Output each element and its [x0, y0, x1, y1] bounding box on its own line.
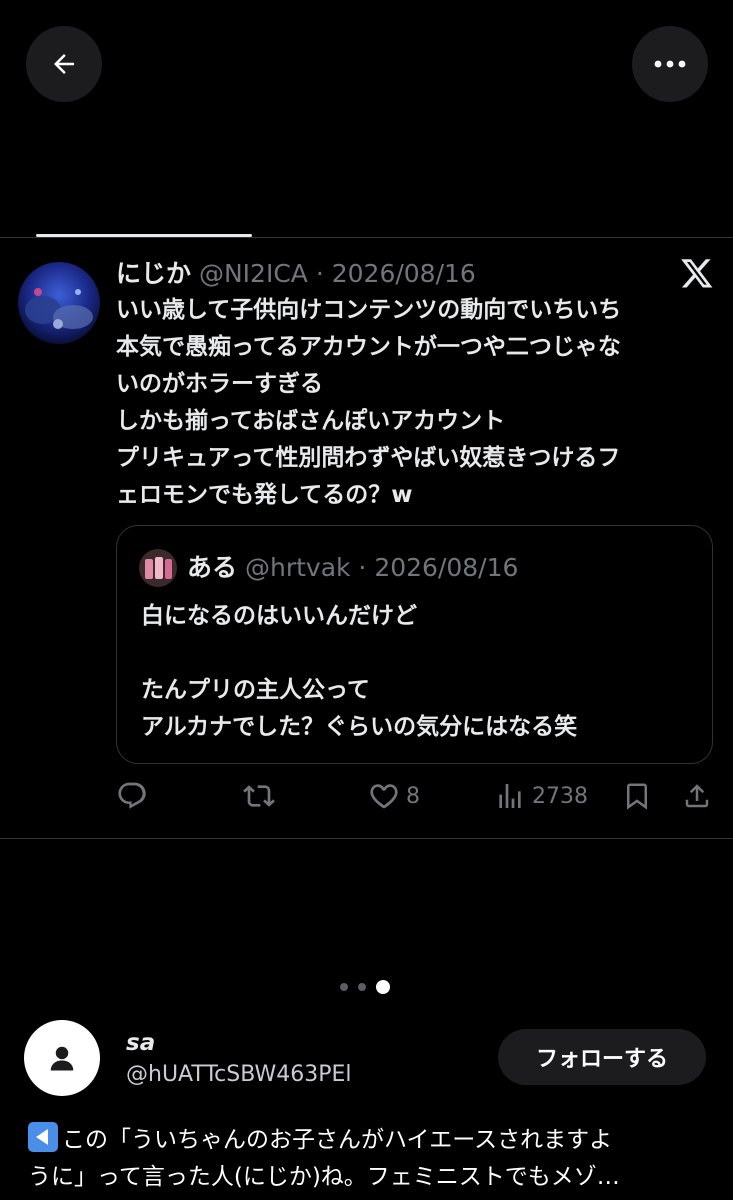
- tweet-display-name[interactable]: にじか: [116, 259, 191, 288]
- tweet-line: いのがホラーすぎる: [116, 371, 323, 397]
- heart-icon: [370, 784, 398, 809]
- reply-icon: [118, 782, 146, 809]
- like-button[interactable]: 8: [368, 780, 420, 812]
- user-avatar[interactable]: [24, 1020, 100, 1096]
- share-button[interactable]: [682, 780, 712, 812]
- quote-avatar: [139, 549, 177, 587]
- carousel-indicator: [340, 980, 400, 994]
- quote-handle-date: @hrtvak · 2026/08/16: [244, 553, 519, 582]
- left-arrow-emoji-icon: [28, 1122, 58, 1152]
- tweet-line: 本気で愚痴ってるアカウントが一つや二つじゃな: [116, 334, 621, 360]
- tweet-line: プリキュアって性別問わずやばい奴惹きつけるフ: [116, 445, 621, 471]
- bookmark-button[interactable]: [622, 780, 652, 812]
- bookmark-icon: [627, 783, 647, 810]
- retweet-icon: [243, 785, 275, 807]
- quote-text: 白になるのはいいんだけど たんプリの主人公って アルカナでした？ぐらいの気分には…: [141, 598, 577, 746]
- quote-line: たんプリの主人公って: [141, 677, 370, 703]
- tweet-text: いい歳して子供向けコンテンツの動向でいちいち 本気で愚痴ってるアカウントが一つや…: [116, 292, 716, 514]
- more-horizontal-icon: [654, 60, 686, 68]
- carousel-dot-active[interactable]: [376, 980, 390, 994]
- caption-line: この「ういちゃんのお子さんがハイエースされますよ: [62, 1127, 613, 1153]
- tweet-actions: 8 2738: [0, 780, 733, 816]
- tweet-handle-date: @NI2ICA · 2026/08/16: [198, 259, 476, 288]
- tweet-avatar[interactable]: [18, 262, 100, 344]
- quote-display-name: ある: [187, 553, 238, 582]
- carousel-dot[interactable]: [358, 983, 366, 991]
- quote-line: [141, 635, 577, 672]
- quote-line: 白になるのはいいんだけど: [141, 603, 417, 629]
- back-button[interactable]: [26, 26, 102, 102]
- like-count: 8: [406, 783, 420, 809]
- divider: [0, 237, 733, 238]
- reply-button[interactable]: [116, 780, 148, 812]
- user-icon: [50, 1046, 74, 1071]
- share-icon: [685, 784, 709, 808]
- user-name[interactable]: sa: [126, 1030, 155, 1056]
- follow-button[interactable]: フォローする: [498, 1029, 706, 1085]
- divider: [0, 838, 733, 839]
- carousel-dot[interactable]: [340, 983, 348, 991]
- retweet-button[interactable]: [242, 780, 276, 812]
- quoted-tweet[interactable]: ある @hrtvak · 2026/08/16 白になるのはいいんだけど たんプ…: [116, 525, 713, 764]
- quote-header: ある @hrtvak · 2026/08/16: [187, 552, 518, 584]
- x-logo-icon: [680, 256, 714, 294]
- user-handle: @hUATTcSBW463PEl: [126, 1062, 352, 1087]
- views-count: 2738: [532, 783, 588, 809]
- views-chart-icon: [499, 784, 521, 808]
- caption-line: うに」って言った人(にじか)ね。フェミニストでもメゾ…: [28, 1164, 620, 1190]
- tweet-line: しかも揃っておばさんぽいアカウント: [116, 408, 506, 434]
- arrow-left-icon: [54, 54, 74, 74]
- tweet-line: いい歳して子供向けコンテンツの動向でいちいち: [116, 297, 622, 323]
- quote-line: アルカナでした？ぐらいの気分にはなる笑: [141, 714, 578, 740]
- post-caption[interactable]: この「ういちゃんのお子さんがハイエースされますよ うに」って言った人(にじか)ね…: [28, 1122, 718, 1196]
- tweet-line: ェロモンでも発してるの？w: [116, 482, 413, 508]
- views-button[interactable]: 2738: [494, 780, 588, 812]
- more-options-button[interactable]: [632, 26, 708, 102]
- tweet-header: にじか @NI2ICA · 2026/08/16: [116, 258, 476, 290]
